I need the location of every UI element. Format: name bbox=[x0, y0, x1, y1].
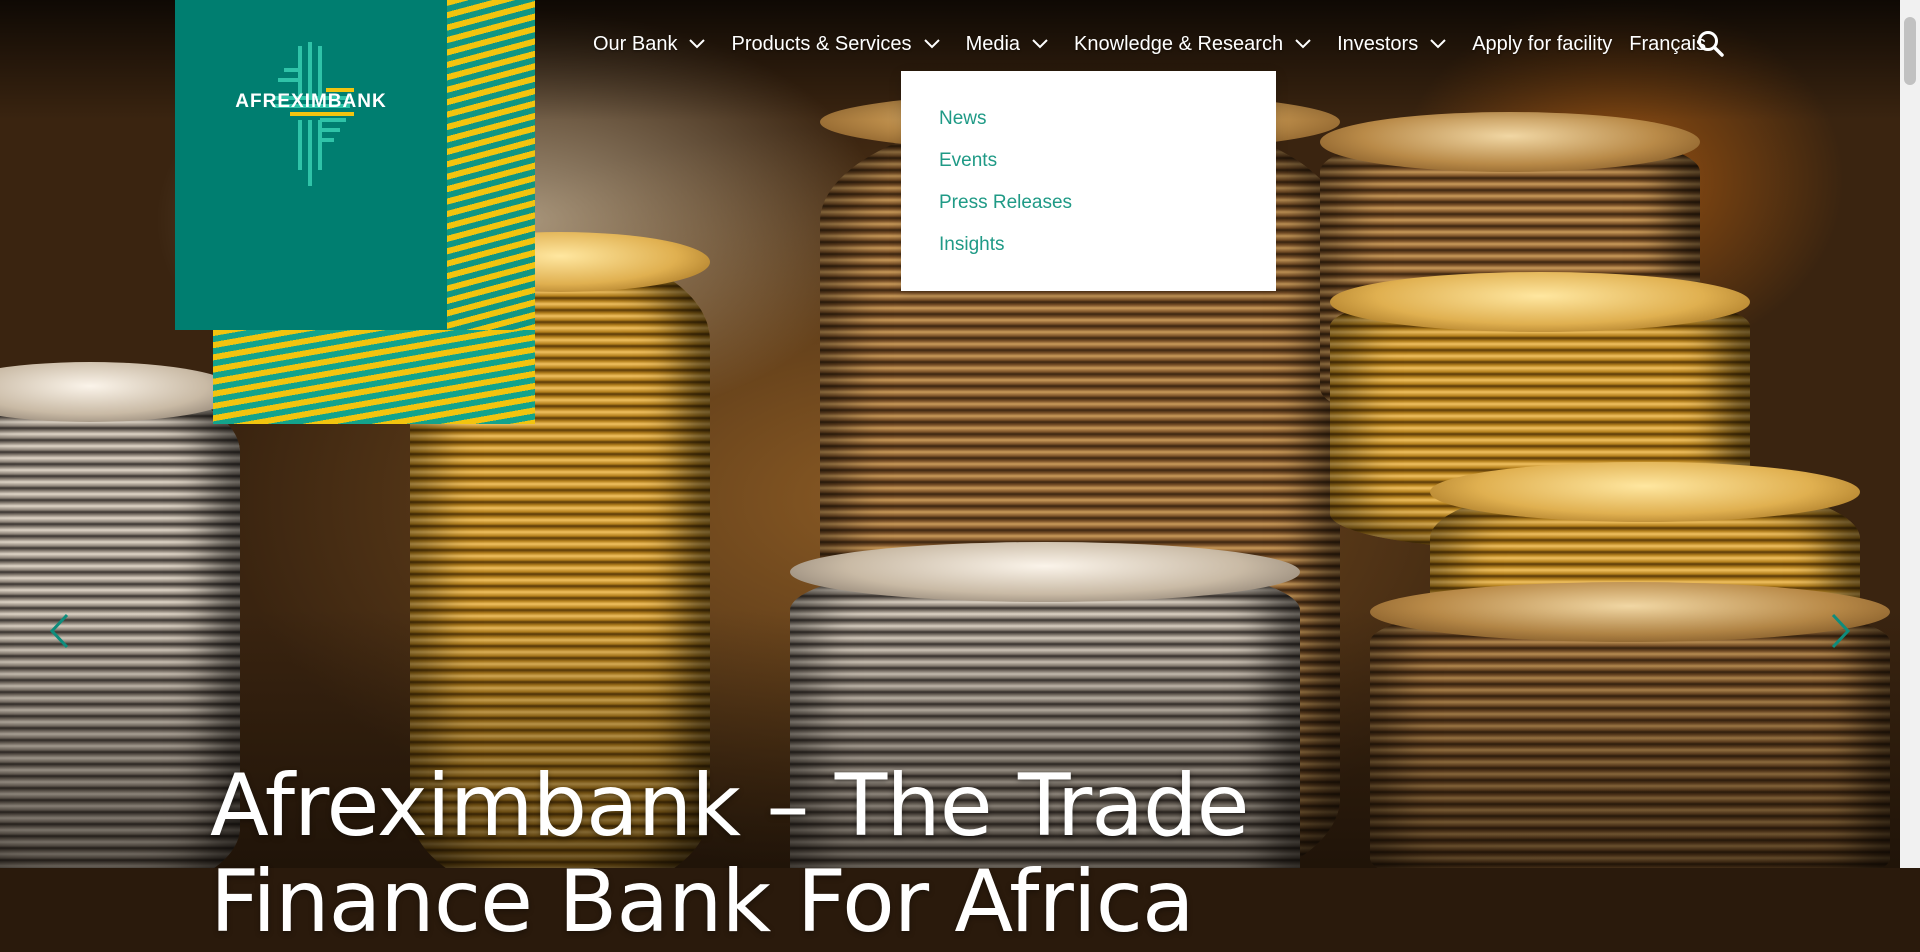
logo-wave-pattern bbox=[213, 330, 535, 424]
nav-item-media[interactable]: Media bbox=[966, 33, 1048, 56]
media-dropdown-menu: News Events Press Releases Insights bbox=[901, 71, 1276, 291]
chevron-down-icon bbox=[689, 39, 706, 49]
nav-item-label: Our Bank bbox=[593, 32, 678, 55]
vertical-scrollbar[interactable] bbox=[1900, 0, 1920, 868]
nav-item-label: Products & Services bbox=[731, 32, 912, 55]
nav-item-investors[interactable]: Investors bbox=[1337, 33, 1446, 56]
hero-headline: Afreximbank – The Trade Finance Bank For… bbox=[210, 755, 1249, 952]
nav-item-apply-for-facility[interactable]: Apply for facility bbox=[1472, 33, 1612, 56]
chevron-down-icon bbox=[1032, 39, 1048, 49]
media-menu-item-news[interactable]: News bbox=[939, 104, 1276, 146]
nav-item-label: Media bbox=[965, 32, 1021, 55]
nav-item-products-services[interactable]: Products & Services bbox=[731, 32, 940, 56]
media-menu-item-insights[interactable]: Insights bbox=[939, 230, 1276, 272]
search-icon[interactable] bbox=[1697, 30, 1725, 58]
nav-item-knowledge-research[interactable]: Knowledge & Research bbox=[1074, 33, 1311, 56]
main-nav: Our Bank Products & Services Media Knowl… bbox=[593, 28, 1723, 60]
nav-item-language[interactable]: Français bbox=[1629, 33, 1706, 56]
media-menu-item-events[interactable]: Events bbox=[939, 146, 1276, 188]
nav-item-label: Investors bbox=[1337, 32, 1419, 55]
nav-item-label: Knowledge & Research bbox=[1074, 32, 1284, 55]
nav-item-our-bank[interactable]: Our Bank bbox=[593, 32, 706, 56]
chevron-down-icon bbox=[1295, 39, 1311, 49]
logo-mark-icon bbox=[274, 42, 354, 186]
chevron-down-icon bbox=[923, 39, 940, 49]
scrollbar-thumb[interactable] bbox=[1904, 17, 1916, 85]
chevron-down-icon bbox=[1430, 39, 1446, 49]
chevron-left-icon[interactable] bbox=[48, 612, 70, 650]
nav-item-label: Français bbox=[1629, 32, 1706, 55]
nav-item-label: Apply for facility bbox=[1472, 32, 1613, 55]
media-menu-item-press-releases[interactable]: Press Releases bbox=[939, 188, 1276, 230]
logo-wordmark: AFREXIMBANK bbox=[235, 91, 387, 112]
chevron-right-icon[interactable] bbox=[1830, 612, 1852, 650]
